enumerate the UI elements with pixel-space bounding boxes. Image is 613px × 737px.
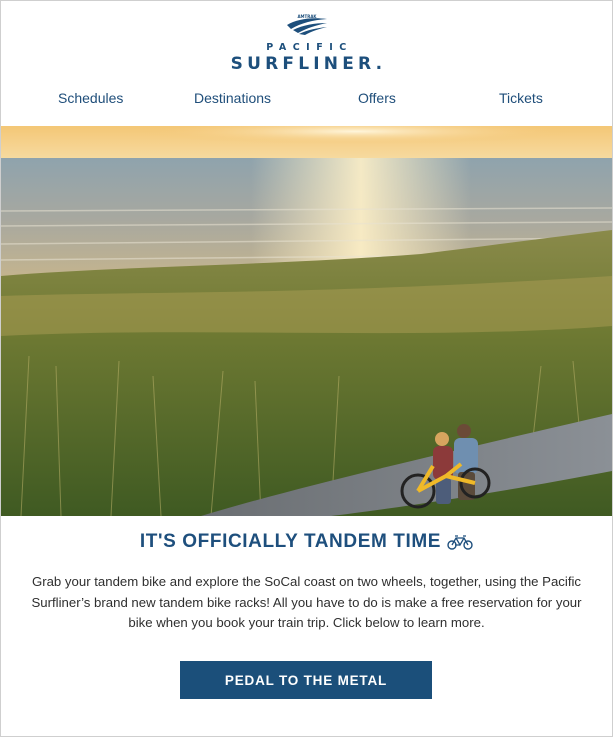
logo-surfliner-word: SURFLINER bbox=[230, 54, 376, 74]
body-paragraph: Grab your tandem bike and explore the So… bbox=[31, 574, 582, 630]
main-nav: Schedules Destinations Offers Tickets bbox=[1, 90, 612, 110]
logo-surfliner-text: SURFLINER. bbox=[1, 54, 612, 74]
pedal-to-the-metal-button[interactable]: PEDAL TO THE METAL bbox=[180, 661, 432, 699]
logo-trademark-dot: . bbox=[375, 54, 387, 74]
nav-schedules-link[interactable]: Schedules bbox=[58, 90, 123, 106]
cta-label: PEDAL TO THE METAL bbox=[224, 672, 388, 688]
email-frame: AMTRAK PACIFIC SURFLINER. Schedules Dest… bbox=[0, 0, 613, 737]
amtrak-logo-icon: AMTRAK bbox=[286, 14, 327, 35]
logo-pacific-text: PACIFIC bbox=[266, 42, 353, 53]
hero-image[interactable] bbox=[1, 126, 612, 516]
nav-offers-link[interactable]: Offers bbox=[358, 90, 396, 106]
headline-text: IT'S OFFICIALLY TANDEM TIME bbox=[139, 531, 442, 552]
pacific-surfliner-logo[interactable]: AMTRAK PACIFIC SURFLINER. bbox=[1, 13, 612, 75]
nav-tickets-link[interactable]: Tickets bbox=[499, 90, 543, 106]
amtrak-wordmark: AMTRAK bbox=[297, 14, 317, 19]
nav-destinations-link[interactable]: Destinations bbox=[194, 90, 271, 106]
hero-photo-illustration bbox=[1, 126, 612, 516]
headline: IT'S OFFICIALLY TANDEM TIME bbox=[1, 531, 612, 556]
tandem-bike-icon bbox=[447, 534, 473, 556]
